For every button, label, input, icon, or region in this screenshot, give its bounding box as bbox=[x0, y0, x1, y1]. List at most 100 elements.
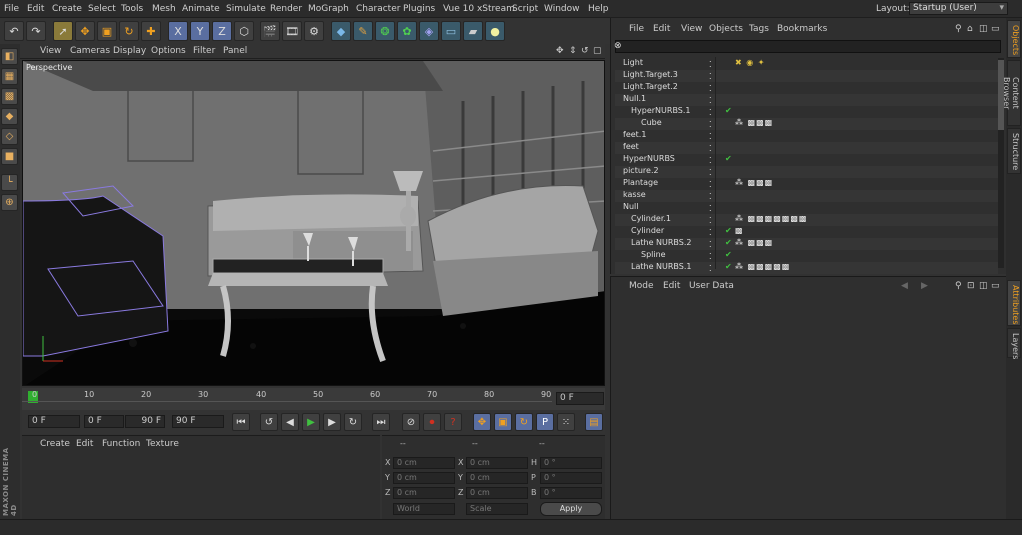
key-point-level-icon[interactable]: ⁙ bbox=[557, 413, 575, 431]
start-frame-field[interactable]: 0 F bbox=[28, 415, 80, 428]
object-row[interactable]: HyperNURBS ⁚ ✔ bbox=[615, 154, 998, 166]
object-row[interactable]: picture.2 ⁚ bbox=[615, 166, 998, 178]
points-mode-icon[interactable]: ◆ bbox=[1, 108, 18, 125]
object-row[interactable]: feet ⁚ bbox=[615, 142, 998, 154]
size-z-field[interactable]: 0 cm bbox=[466, 487, 528, 499]
previous-key-icon[interactable]: ↺ bbox=[260, 413, 278, 431]
object-row[interactable]: Plantage ⁚ ⁂ ▩▩▩ bbox=[615, 178, 998, 190]
apply-button[interactable]: Apply bbox=[540, 502, 602, 516]
key-scale-icon[interactable]: ▣ bbox=[494, 413, 512, 431]
object-tags[interactable]: ✖ ◉ ✦ bbox=[735, 58, 765, 67]
object-menu-objects[interactable]: Objects bbox=[709, 24, 743, 34]
size-mode-select[interactable]: Scale bbox=[466, 503, 528, 515]
world-coordinate-icon[interactable]: ⬡ bbox=[234, 21, 254, 41]
object-row[interactable]: Spline ⁚ ✔ bbox=[615, 250, 998, 262]
menu-tools[interactable]: Tools bbox=[121, 4, 143, 14]
attribute-menu-user-data[interactable]: User Data bbox=[689, 281, 734, 291]
object-row[interactable]: Null ⁚ bbox=[615, 202, 998, 214]
menu-plugins[interactable]: Plugins bbox=[403, 4, 435, 14]
pen-icon[interactable]: ✎ bbox=[353, 21, 373, 41]
array-icon[interactable]: ✿ bbox=[397, 21, 417, 41]
rotate-icon[interactable]: ↻ bbox=[119, 21, 139, 41]
render-picture-queue-icon[interactable]: 🎞 bbox=[282, 21, 302, 41]
menu-script[interactable]: Script bbox=[512, 4, 538, 14]
attribute-search-icon[interactable]: ⚲ bbox=[955, 281, 962, 291]
object-row[interactable]: Light.Target.3 ⁚ bbox=[615, 70, 998, 82]
x-axis-icon[interactable]: X bbox=[168, 21, 188, 41]
rotation-b-field[interactable]: 0 ° bbox=[540, 487, 602, 499]
keyframe-selection-icon[interactable]: ⊘ bbox=[402, 413, 420, 431]
light-icon[interactable]: ● bbox=[485, 21, 505, 41]
key-position-icon[interactable]: ✥ bbox=[473, 413, 491, 431]
go-to-start-icon[interactable]: ⏮ bbox=[232, 413, 250, 431]
tab-layers[interactable]: Layers bbox=[1007, 328, 1021, 359]
nurbs-icon[interactable]: ❂ bbox=[375, 21, 395, 41]
attribute-menu-edit[interactable]: Edit bbox=[663, 281, 680, 291]
attribute-new-icon[interactable]: ▭ bbox=[991, 281, 1000, 291]
current-frame-field[interactable]: 0 F bbox=[556, 392, 604, 405]
object-menu-tags[interactable]: Tags bbox=[749, 24, 769, 34]
menu-edit[interactable]: Edit bbox=[27, 4, 44, 14]
render-settings-icon[interactable]: ⚙ bbox=[304, 21, 324, 41]
menu-help[interactable]: Help bbox=[588, 4, 609, 14]
redo-icon[interactable]: ↷ bbox=[26, 21, 46, 41]
z-axis-icon[interactable]: Z bbox=[212, 21, 232, 41]
object-tags[interactable]: ⁂ ▩▩▩▩▩▩▩ bbox=[735, 214, 807, 223]
tab-structure[interactable]: Structure bbox=[1007, 128, 1021, 174]
object-row[interactable]: Lathe NURBS.1 ⁚ ✔ ⁂ ▩▩▩▩▩ bbox=[615, 262, 998, 274]
menu-file[interactable]: File bbox=[4, 4, 19, 14]
object-search-bar[interactable] bbox=[615, 40, 1001, 53]
min-frame-field[interactable]: 0 F bbox=[84, 415, 124, 428]
object-menu-edit[interactable]: Edit bbox=[653, 24, 670, 34]
attribute-lock-icon[interactable]: ⊡ bbox=[967, 281, 975, 291]
render-view-icon[interactable]: 🎬 bbox=[260, 21, 280, 41]
material-menu-texture[interactable]: Texture bbox=[146, 439, 179, 449]
object-tags[interactable]: ▩ bbox=[735, 226, 744, 235]
object-row[interactable]: Cylinder.1 ⁚ ⁂ ▩▩▩▩▩▩▩ bbox=[615, 214, 998, 226]
object-tags[interactable]: ⁂ ▩▩▩ bbox=[735, 118, 773, 127]
timeline-icon[interactable]: ▤ bbox=[585, 413, 603, 431]
object-menu-view[interactable]: View bbox=[681, 24, 702, 34]
texture-mode-icon[interactable]: ▩ bbox=[1, 88, 18, 105]
object-row[interactable]: Light.Target.2 ⁚ bbox=[615, 82, 998, 94]
size-x-field[interactable]: 0 cm bbox=[466, 457, 528, 469]
menu-animate[interactable]: Animate bbox=[182, 4, 220, 14]
axis-mode-icon[interactable]: └ bbox=[1, 174, 18, 191]
deformer-icon[interactable]: ◈ bbox=[419, 21, 439, 41]
menu-mesh[interactable]: Mesh bbox=[152, 4, 176, 14]
rotation-h-field[interactable]: 0 ° bbox=[540, 457, 602, 469]
close-icon[interactable]: ⊗ bbox=[614, 41, 622, 51]
scale-icon[interactable]: ▣ bbox=[97, 21, 117, 41]
enabled-check-icon[interactable]: ✔ bbox=[725, 154, 732, 163]
attribute-menu-mode[interactable]: Mode bbox=[629, 281, 654, 291]
lock-icon[interactable]: ▭ bbox=[991, 24, 1000, 34]
viewport-rotate-icon[interactable]: ↺ bbox=[581, 46, 589, 56]
last-tool-icon[interactable]: ✚ bbox=[141, 21, 161, 41]
enabled-check-icon[interactable]: ✔ bbox=[725, 106, 732, 115]
attribute-pin-icon[interactable]: ◫ bbox=[979, 281, 988, 291]
cube-icon[interactable]: ◆ bbox=[331, 21, 351, 41]
forward-arrow-icon[interactable]: ▶ bbox=[921, 281, 928, 291]
menu-simulate[interactable]: Simulate bbox=[226, 4, 266, 14]
previous-frame-icon[interactable]: ◀ bbox=[281, 413, 299, 431]
key-rotation-icon[interactable]: ↻ bbox=[515, 413, 533, 431]
layout-select[interactable]: Startup (User) bbox=[909, 2, 1008, 15]
tab-content-browser[interactable]: Content Browser bbox=[1002, 60, 1021, 126]
material-menu-create[interactable]: Create bbox=[40, 439, 70, 449]
menu-vue-xstream[interactable]: Vue 10 xStream bbox=[443, 4, 515, 14]
object-tags[interactable]: ⁂ ▩▩▩ bbox=[735, 238, 773, 247]
auto-key-icon[interactable]: ? bbox=[444, 413, 462, 431]
object-row[interactable]: Light ⁚ ✖ ◉ ✦ bbox=[615, 58, 998, 70]
next-key-icon[interactable]: ↻ bbox=[344, 413, 362, 431]
position-z-field[interactable]: 0 cm bbox=[393, 487, 455, 499]
menu-render[interactable]: Render bbox=[270, 4, 302, 14]
search-icon[interactable]: ⚲ bbox=[955, 24, 962, 34]
end-frame-field[interactable]: 90 F bbox=[172, 415, 224, 428]
viewport-menu-view[interactable]: View bbox=[40, 46, 61, 56]
model-mode-icon[interactable]: ▦ bbox=[1, 68, 18, 85]
object-row[interactable]: Lathe NURBS.2 ⁚ ✔ ⁂ ▩▩▩ bbox=[615, 238, 998, 250]
enabled-check-icon[interactable]: ✔ bbox=[725, 238, 732, 247]
viewport-menu-display[interactable]: Display bbox=[113, 46, 146, 56]
make-editable-icon[interactable]: ◧ bbox=[1, 48, 18, 65]
object-row[interactable]: Cylinder ⁚ ✔ ▩ bbox=[615, 226, 998, 238]
